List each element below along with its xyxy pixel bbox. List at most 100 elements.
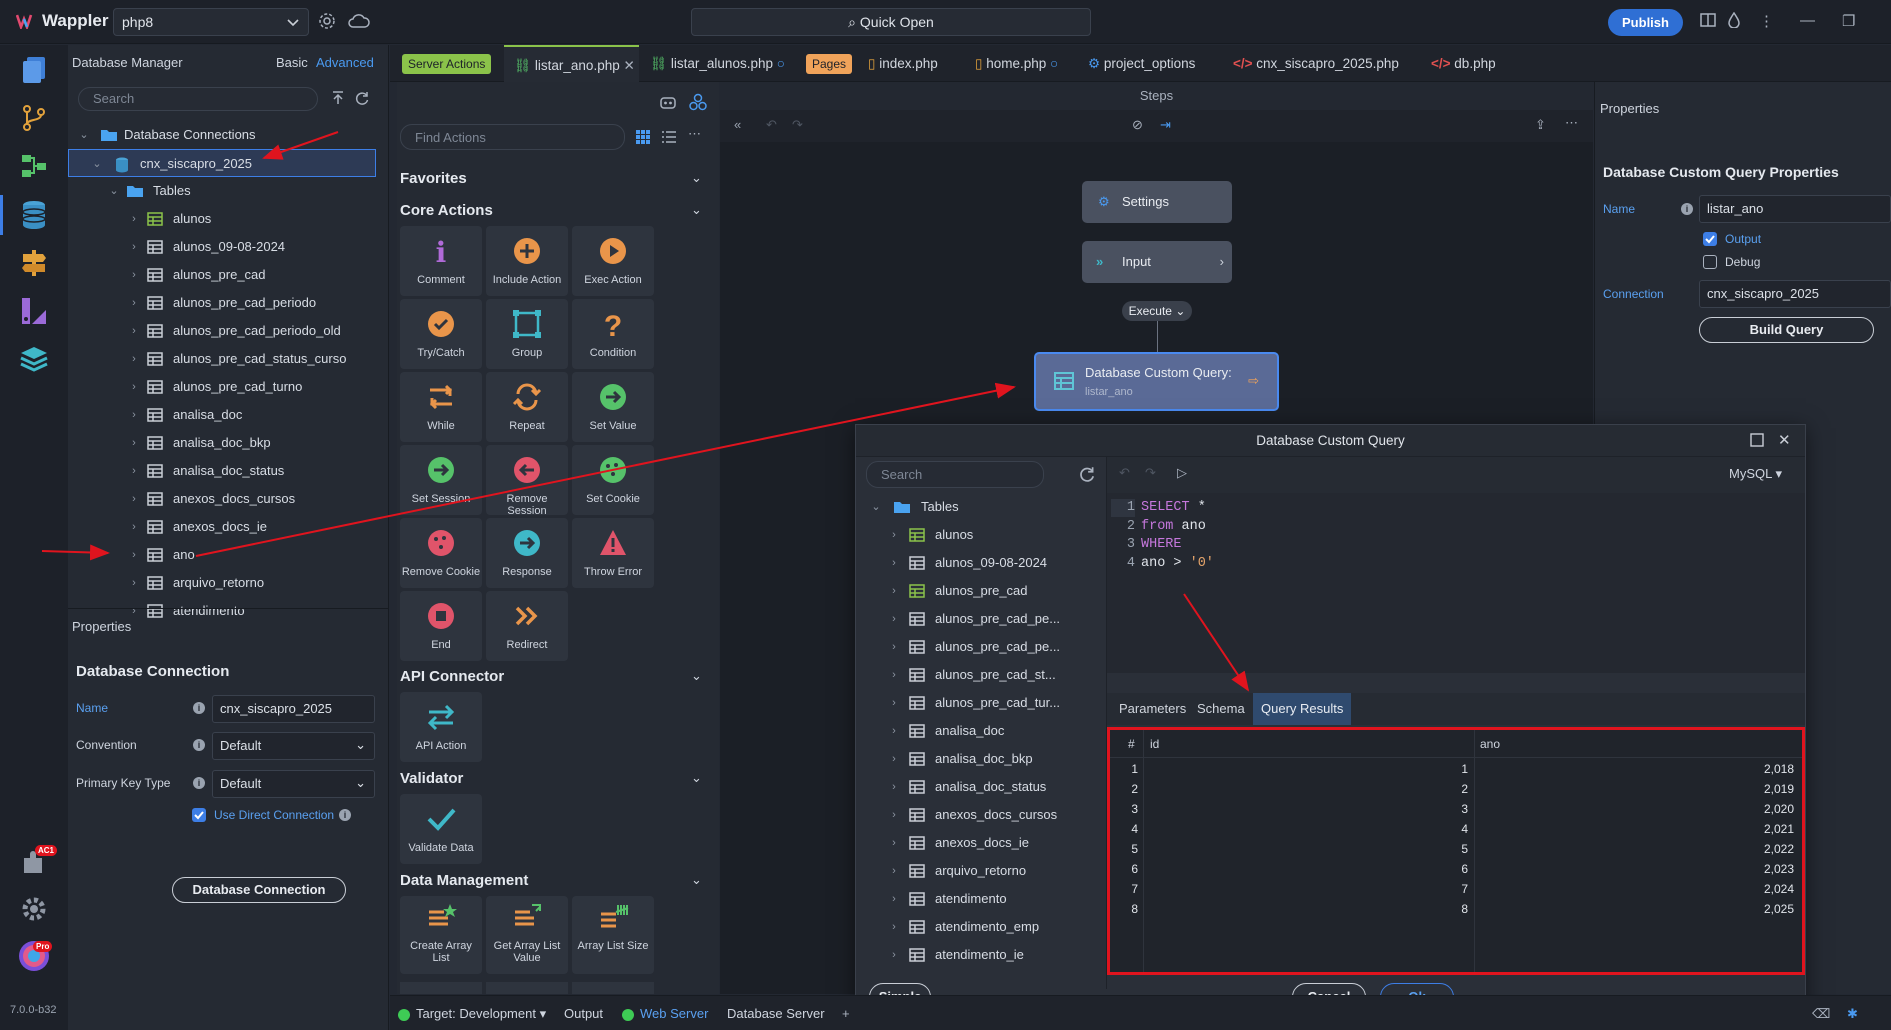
design-icon[interactable] [16, 293, 52, 329]
tree-tables-folder[interactable]: ⌄ Tables [68, 177, 388, 205]
table-row[interactable]: 1 1 2,018 [1110, 759, 1802, 779]
settings-step[interactable]: ⚙ Settings [1082, 181, 1232, 223]
quick-open-button[interactable]: ⌕ Quick Open [691, 8, 1091, 36]
action-card-redirect[interactable]: Redirect [486, 591, 568, 661]
git-branch-icon[interactable] [16, 100, 52, 136]
data-management-header[interactable]: Data Management [400, 872, 528, 889]
name-field[interactable]: cnx_siscapro_2025 [212, 695, 375, 723]
dialog-table-row[interactable]: › alunos_pre_cad_st... [856, 661, 1106, 689]
build-query-button[interactable]: Build Query [1699, 317, 1874, 343]
table-row[interactable]: 8 8 2,025 [1110, 899, 1802, 919]
api-action-card[interactable]: API Action [400, 692, 482, 762]
dialog-table-row[interactable]: › alunos_pre_cad_tur... [856, 689, 1106, 717]
redo-icon[interactable]: ↷ [1145, 465, 1156, 481]
table-row[interactable]: › analisa_doc_bkp [68, 429, 388, 457]
dialect-select[interactable]: MySQL ▾ [1729, 466, 1782, 482]
publish-button[interactable]: Publish [1608, 9, 1683, 36]
dialog-tables-folder[interactable]: ⌄ Tables [856, 493, 1106, 521]
theme-drop-icon[interactable] [1727, 12, 1741, 28]
table-row[interactable]: › alunos_pre_cad_periodo_old [68, 317, 388, 345]
direct-connection-checkbox[interactable] [192, 808, 206, 822]
settings-gear-icon[interactable] [16, 891, 52, 927]
find-actions-input[interactable]: Find Actions [400, 124, 625, 150]
dialog-table-row[interactable]: › atendimento [856, 885, 1106, 913]
action-card-set-cookie[interactable]: Set Cookie [572, 445, 654, 515]
tab-index[interactable]: ▯ index.php [868, 45, 938, 82]
pk-select[interactable]: Default ⌄ [212, 770, 375, 798]
tree-connection[interactable]: ⌄ cnx_siscapro_2025 [68, 149, 376, 177]
action-card-get-array-list-value[interactable]: Get Array List Value [486, 896, 568, 974]
dialog-table-row[interactable]: › alunos_pre_cad [856, 577, 1106, 605]
refresh-icon[interactable] [1078, 465, 1096, 483]
close-icon[interactable]: ✕ [623, 58, 634, 73]
restore-icon[interactable]: ❐ [1842, 12, 1855, 30]
more-horizontal-icon[interactable]: ⋯ [688, 126, 701, 142]
input-step[interactable]: » Input › [1082, 241, 1232, 283]
action-card-comment[interactable]: i Comment [400, 226, 482, 296]
action-card-exec-action[interactable]: Exec Action [572, 226, 654, 296]
dialog-table-row[interactable]: › anexos_docs_cursos [856, 801, 1106, 829]
mode-basic-tab[interactable]: Basic [276, 55, 308, 70]
chevron-down-icon[interactable]: ⌄ [691, 170, 702, 186]
target-select[interactable]: Target: Development ▾ [398, 996, 546, 1030]
collapse-all-icon[interactable] [330, 90, 346, 106]
more-vertical-icon[interactable]: ⋮ [1759, 12, 1774, 30]
table-row[interactable]: 4 4 2,021 [1110, 819, 1802, 839]
col-id-header[interactable]: id [1150, 730, 1159, 758]
dialog-table-row[interactable]: › alunos_09-08-2024 [856, 549, 1106, 577]
minimize-icon[interactable]: — [1800, 12, 1815, 29]
project-settings-icon[interactable] [318, 12, 336, 30]
add-icon[interactable]: + [842, 996, 850, 1030]
tab-pages[interactable]: Pages [806, 45, 853, 82]
run-query-icon[interactable]: ▷ [1177, 465, 1187, 481]
action-card-create-array-list[interactable]: Create Array List [400, 896, 482, 974]
query-name-field[interactable]: listar_ano [1699, 195, 1891, 223]
dialog-table-row[interactable]: › atendimento_emp [856, 913, 1106, 941]
database-connection-button[interactable]: Database Connection [172, 877, 346, 903]
action-card-while[interactable]: While [400, 372, 482, 442]
convention-select[interactable]: Default ⌄ [212, 732, 375, 760]
database-icon[interactable] [16, 197, 52, 233]
share-icon[interactable]: ⇪ [1535, 117, 1546, 133]
pages-icon[interactable] [16, 52, 52, 88]
dialog-table-row[interactable]: › alunos_pre_cad_pe... [856, 633, 1106, 661]
cloud-icon[interactable] [348, 12, 370, 30]
chevron-down-icon[interactable]: ⌄ [691, 770, 702, 786]
database-server-tab[interactable]: Database Server [727, 996, 825, 1030]
action-card-remove-session[interactable]: Remove Session [486, 445, 568, 517]
chevron-down-icon[interactable]: ⌄ [691, 872, 702, 888]
output-tab[interactable]: Output [564, 996, 603, 1030]
dialog-table-row[interactable]: › analisa_doc_status [856, 773, 1106, 801]
dialog-table-row[interactable]: › alunos [856, 521, 1106, 549]
table-row[interactable]: › alunos_pre_cad_turno [68, 373, 388, 401]
tab-server-actions[interactable]: Server Actions [402, 45, 492, 82]
tab-query-results[interactable]: Query Results [1253, 693, 1352, 725]
tab-home[interactable]: ▯ home.php ○ [975, 45, 1058, 82]
tab-cnx[interactable]: </> cnx_siscapro_2025.php [1233, 45, 1399, 82]
disable-icon[interactable]: ⊘ [1132, 117, 1143, 133]
core-actions-header[interactable]: Core Actions [400, 202, 493, 219]
action-card-array-list-size[interactable]: Array List Size [572, 896, 654, 974]
tab-listar-ano[interactable]: ⛓ listar_ano.php ✕ [504, 45, 639, 82]
tab-parameters[interactable]: Parameters [1113, 693, 1192, 725]
layout-icon[interactable] [1700, 12, 1716, 28]
table-row[interactable]: › arquivo_retorno [68, 569, 388, 597]
output-icon[interactable]: ⇥ [1160, 117, 1171, 133]
action-card-try-catch[interactable]: Try/Catch [400, 299, 482, 369]
table-row[interactable]: › analisa_doc_status [68, 457, 388, 485]
project-select[interactable]: php8 [113, 8, 309, 36]
sql-editor[interactable]: 1 SELECT * 2 from ano 3 WHERE 4 ano > '0' [1107, 493, 1805, 673]
more-horizontal-icon[interactable]: ⋯ [1565, 115, 1578, 131]
table-row[interactable]: › anexos_docs_ie [68, 513, 388, 541]
table-row[interactable]: › alunos_pre_cad_status_curso [68, 345, 388, 373]
dialog-table-row[interactable]: › alunos_pre_cad_pe... [856, 605, 1106, 633]
action-card-group[interactable]: Group [486, 299, 568, 369]
undo-icon[interactable]: ↶ [1119, 465, 1130, 481]
table-row[interactable]: › alunos_pre_cad_periodo [68, 289, 388, 317]
output-checkbox[interactable] [1703, 232, 1717, 246]
action-card-repeat[interactable]: Repeat [486, 372, 568, 442]
col-ano-header[interactable]: ano [1480, 730, 1500, 758]
action-card-condition[interactable]: ? Condition [572, 299, 654, 369]
dialog-search-input[interactable]: Search [866, 461, 1044, 488]
close-icon[interactable]: ✕ [1778, 431, 1791, 449]
